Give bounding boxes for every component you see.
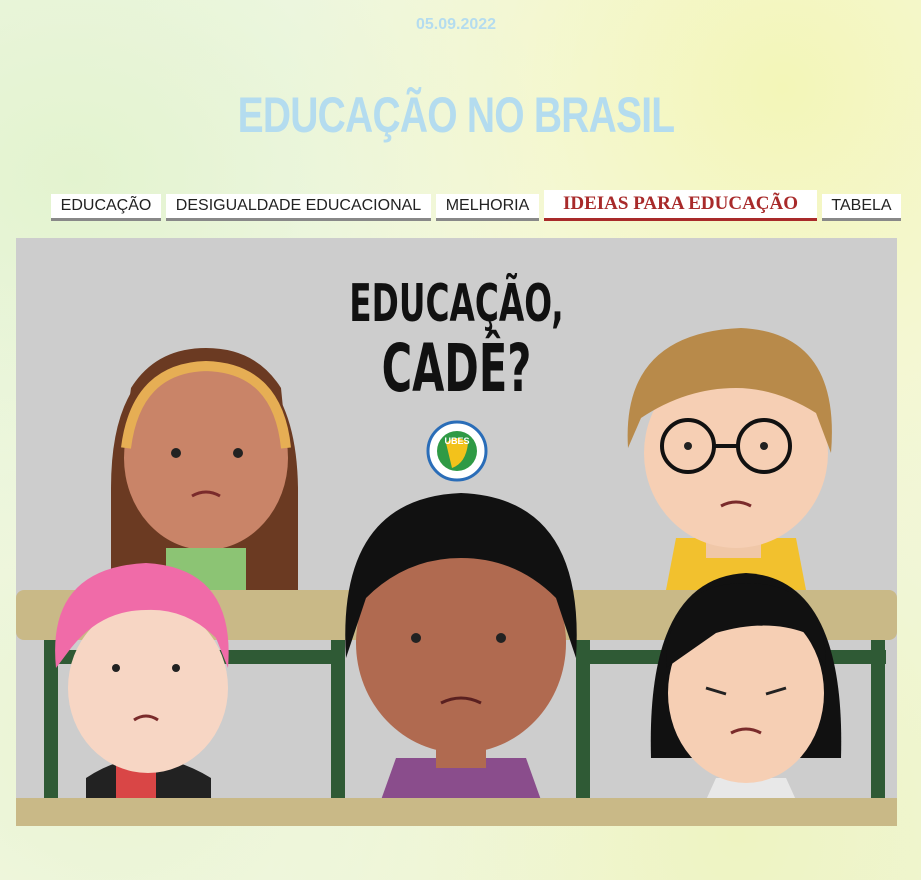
tab-educacao[interactable]: EDUCAÇÃO [51, 194, 161, 221]
post-date: 05.09.2022 [415, 16, 497, 33]
pink-hair-boy-figure [55, 563, 229, 800]
tab-ideias-para-educacao[interactable]: IDEIAS PARA EDUCAÇÃO [544, 190, 817, 221]
svg-text:UBES: UBES [444, 436, 469, 446]
tab-melhoria[interactable]: MELHORIA [436, 194, 539, 221]
banner-headline-line2: CADÊ? [381, 330, 532, 407]
main-nav: EDUCAÇÃO DESIGUALDADE EDUCACIONAL MELHOR… [0, 188, 921, 228]
banner-illustration: UBES EDUCAÇÃO, CADÊ? [16, 238, 897, 826]
ubes-logo: UBES [426, 420, 488, 482]
curly-hair-boy-figure [345, 493, 577, 800]
banner-headline-line1: EDUCAÇÃO, [349, 274, 564, 334]
tab-desigualdade-educacional[interactable]: DESIGUALDADE EDUCACIONAL [166, 194, 431, 221]
page-title: EDUCAÇÃO NO BRASIL [237, 87, 675, 143]
tab-tabela[interactable]: TABELA [822, 194, 901, 221]
front-bench [16, 798, 897, 826]
